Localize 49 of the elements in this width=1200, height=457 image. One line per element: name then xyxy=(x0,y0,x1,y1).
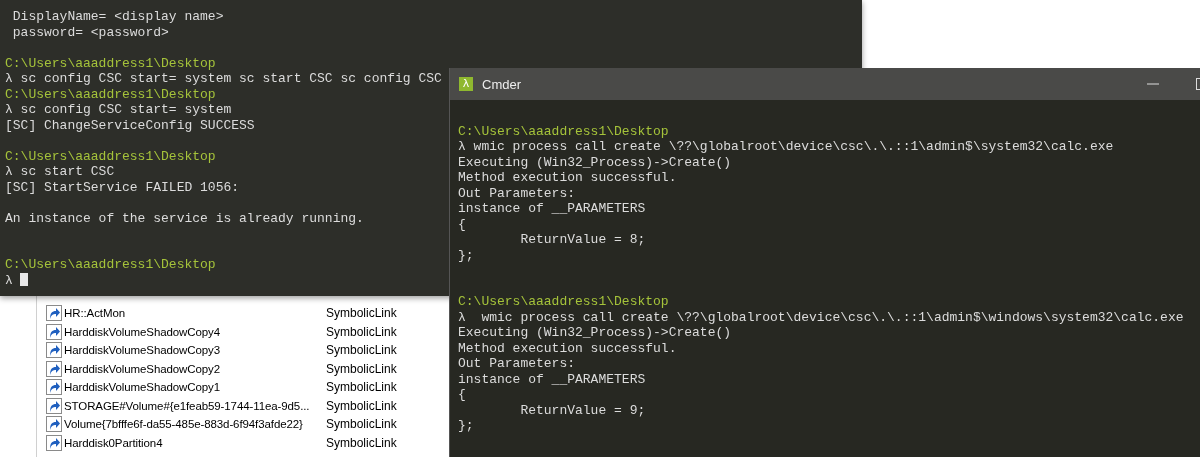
object-type: SymbolicLink xyxy=(326,343,397,358)
command-line: λ wmic process call create \??\globalroot\device\csc\.\.::1\admin$\system32\calc.exe xyxy=(458,139,1114,155)
object-name[interactable]: HarddiskVolumeShadowCopy3 xyxy=(64,344,326,357)
object-name[interactable]: HR::ActMon xyxy=(64,307,326,320)
prompt-path: C:\Users\aaaddress1\Desktop xyxy=(5,55,216,71)
command-line: λ sc config CSC start= system sc start CSC sc config CSC xyxy=(5,71,442,87)
output-line: { xyxy=(458,387,466,403)
command-line: λ sc config CSC start= system xyxy=(5,102,232,118)
output-line: [SC] StartService FAILED 1056: xyxy=(5,179,240,195)
output-line: Out Parameters: xyxy=(458,185,576,201)
output-line: DisplayName= <display name> xyxy=(11,9,224,25)
output-line: instance of __PARAMETERS xyxy=(458,201,646,217)
prompt-path: C:\Users\aaaddress1\Desktop xyxy=(458,294,669,310)
object-type: SymbolicLink xyxy=(326,306,397,321)
output-line: Method execution successful. xyxy=(458,340,677,356)
output-line: { xyxy=(458,216,466,232)
object-type: SymbolicLink xyxy=(326,417,397,432)
output-line: instance of __PARAMETERS xyxy=(458,371,646,387)
output-line: Executing (Win32_Process)->Create() xyxy=(458,325,732,341)
window-title: Cmder xyxy=(482,76,521,92)
output-line: }; xyxy=(458,247,474,263)
prompt-path: C:\Users\aaaddress1\Desktop xyxy=(458,123,669,139)
lambda-icon: λ xyxy=(459,77,473,91)
object-type: SymbolicLink xyxy=(326,435,397,450)
object-name[interactable]: HarddiskVolumeShadowCopy2 xyxy=(64,362,326,375)
output-line: ReturnValue = 8; xyxy=(519,232,646,248)
object-type: SymbolicLink xyxy=(326,380,397,395)
command-line: λ wmic process call create \??\globalroot\device\csc\.\.::1\admin$\windows\system32\calc.exe xyxy=(458,309,1184,325)
output-line: Executing (Win32_Process)->Create() xyxy=(458,154,732,170)
command-line: λ sc start CSC xyxy=(5,164,115,180)
object-name[interactable]: Volume{7bfffe6f-da55-485e-883d-6f94f3afde22} xyxy=(64,418,326,431)
object-type: SymbolicLink xyxy=(326,361,397,376)
object-type: SymbolicLink xyxy=(326,324,397,339)
output-line: An instance of the service is already running. xyxy=(5,210,364,226)
prompt-path: C:\Users\aaaddress1\Desktop xyxy=(5,86,216,102)
prompt-path: C:\Users\aaaddress1\Desktop xyxy=(5,148,216,164)
output-line: Out Parameters: xyxy=(458,356,576,372)
object-name[interactable]: HarddiskVolumeShadowCopy1 xyxy=(64,381,326,394)
prompt-symbol: λ xyxy=(5,272,13,288)
object-name[interactable]: Harddisk0Partition4 xyxy=(64,436,326,449)
output-line: [SC] ChangeServiceConfig SUCCESS xyxy=(5,117,255,133)
prompt-path: C:\Users\aaaddress1\Desktop xyxy=(5,257,216,273)
output-line: }; xyxy=(458,418,474,434)
object-name[interactable]: STORAGE#Volume#{e1feab59-1744-11ea-9d5... xyxy=(64,399,326,412)
object-type: SymbolicLink xyxy=(326,398,397,413)
object-name[interactable]: HarddiskVolumeShadowCopy4 xyxy=(64,325,326,338)
output-line: Method execution successful. xyxy=(458,170,677,186)
output-line: ReturnValue = 9; xyxy=(519,402,646,418)
output-line: password= <password> xyxy=(11,24,169,40)
